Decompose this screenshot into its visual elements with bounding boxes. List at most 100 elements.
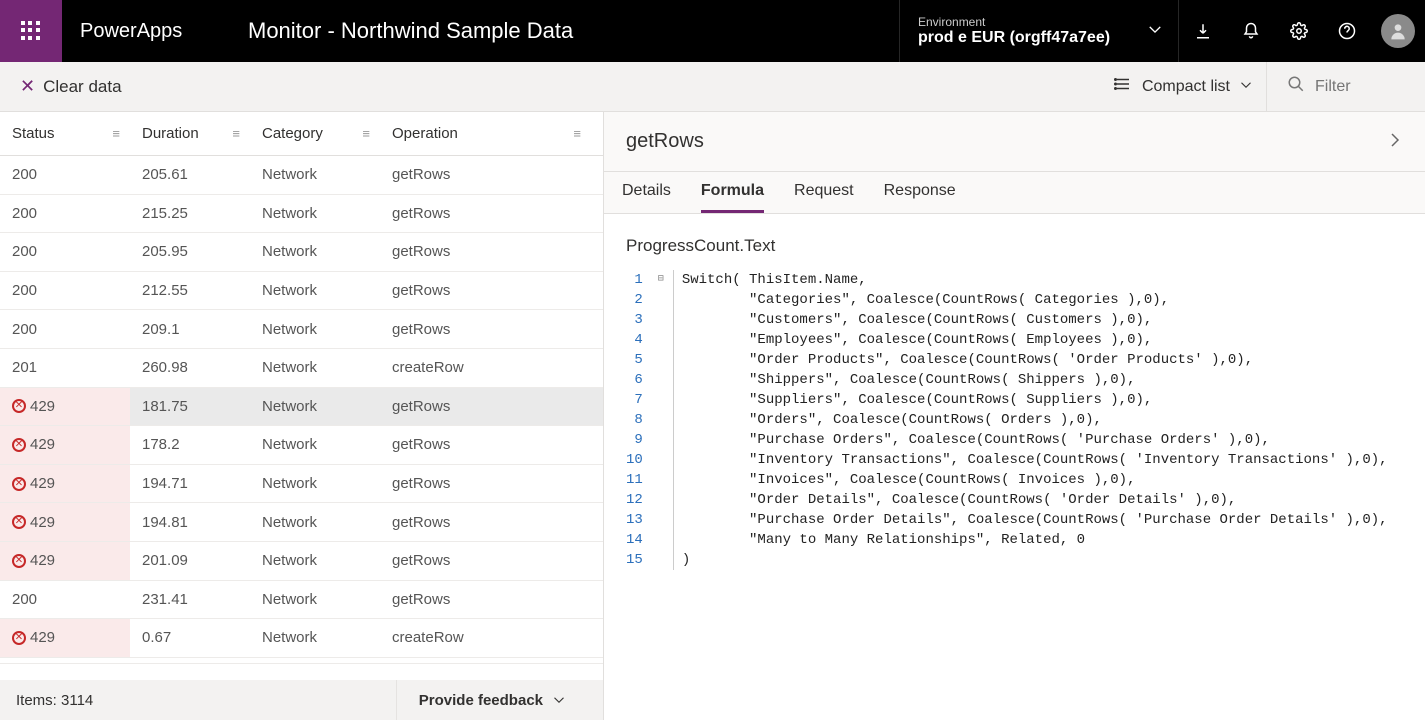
- table-row[interactable]: 200231.41NetworkgetRows: [0, 581, 603, 620]
- table-row[interactable]: 200215.25NetworkgetRows: [0, 195, 603, 234]
- detail-header: getRows: [604, 112, 1425, 172]
- cell-status: 429: [0, 503, 130, 541]
- cell-category: Network: [250, 514, 380, 531]
- help-button[interactable]: [1323, 0, 1371, 62]
- cell-status-text: 201: [12, 359, 37, 376]
- table-footer: Items: 3114 Provide feedback: [0, 680, 603, 720]
- chevron-down-icon: [1148, 23, 1162, 40]
- column-resize-icon[interactable]: [232, 126, 238, 141]
- column-header-label: Category: [262, 125, 323, 142]
- cell-duration: 181.75: [130, 398, 250, 415]
- table-row[interactable]: 4290.67NetworkcreateRow: [0, 619, 603, 658]
- tab-request[interactable]: Request: [794, 172, 854, 213]
- items-count-label: Items: 3114: [16, 692, 93, 709]
- cell-duration: 178.2: [130, 436, 250, 453]
- column-header-status[interactable]: Status: [0, 125, 130, 142]
- environment-label: Environment: [918, 15, 1128, 29]
- horizontal-scrollbar[interactable]: [0, 663, 603, 680]
- cell-status-text: 429: [30, 629, 55, 646]
- cell-operation: createRow: [380, 629, 603, 646]
- column-header-label: Status: [12, 125, 55, 142]
- cell-category: Network: [250, 243, 380, 260]
- cell-status: 200: [0, 156, 130, 194]
- error-icon: [12, 438, 26, 452]
- provide-feedback-label: Provide feedback: [419, 692, 543, 709]
- cell-duration: 212.55: [130, 282, 250, 299]
- error-icon: [12, 399, 26, 413]
- app-launcher-button[interactable]: [0, 0, 62, 62]
- cell-duration: 231.41: [130, 591, 250, 608]
- table-row[interactable]: 429178.2NetworkgetRows: [0, 426, 603, 465]
- column-header-duration[interactable]: Duration: [130, 125, 250, 142]
- cell-operation: createRow: [380, 359, 603, 376]
- compact-list-button[interactable]: Compact list: [1100, 62, 1267, 111]
- table-row[interactable]: 429194.81NetworkgetRows: [0, 503, 603, 542]
- table-row[interactable]: 429194.71NetworkgetRows: [0, 465, 603, 504]
- cell-status-text: 200: [12, 282, 37, 299]
- cell-category: Network: [250, 359, 380, 376]
- fold-gutter: ⊟: [653, 270, 669, 570]
- cell-category: Network: [250, 398, 380, 415]
- table-row[interactable]: 200209.1NetworkgetRows: [0, 310, 603, 349]
- table-row[interactable]: 200205.95NetworkgetRows: [0, 233, 603, 272]
- clear-data-button[interactable]: ✕ Clear data: [20, 76, 122, 97]
- notifications-button[interactable]: [1227, 0, 1275, 62]
- cell-status: 200: [0, 581, 130, 619]
- line-number-gutter: 123456789101112131415: [626, 270, 653, 570]
- cell-category: Network: [250, 475, 380, 492]
- table-body[interactable]: 200205.61NetworkgetRows200215.25Networkg…: [0, 156, 603, 663]
- cell-status: 429: [0, 619, 130, 657]
- column-resize-icon[interactable]: [362, 126, 368, 141]
- cell-duration: 194.81: [130, 514, 250, 531]
- environment-picker[interactable]: Environment prod e EUR (orgff47a7ee): [899, 0, 1179, 62]
- top-bar: PowerApps Monitor - Northwind Sample Dat…: [0, 0, 1425, 62]
- download-button[interactable]: [1179, 0, 1227, 62]
- cell-status-text: 200: [12, 321, 37, 338]
- cell-duration: 205.95: [130, 243, 250, 260]
- table-row[interactable]: 201260.98NetworkcreateRow: [0, 349, 603, 388]
- code-editor[interactable]: 123456789101112131415 ⊟ Switch( ThisItem…: [626, 270, 1403, 570]
- settings-button[interactable]: [1275, 0, 1323, 62]
- error-icon: [12, 477, 26, 491]
- cell-category: Network: [250, 552, 380, 569]
- cell-operation: getRows: [380, 321, 603, 338]
- column-header-operation[interactable]: Operation: [380, 125, 591, 142]
- tab-response[interactable]: Response: [884, 172, 956, 213]
- detail-tabs: Details Formula Request Response: [604, 172, 1425, 214]
- column-header-label: Duration: [142, 125, 199, 142]
- cell-category: Network: [250, 436, 380, 453]
- page-title: Monitor - Northwind Sample Data: [227, 0, 593, 62]
- tab-details[interactable]: Details: [622, 172, 671, 213]
- events-table-pane: Status Duration Category Operation 20020…: [0, 112, 604, 720]
- column-resize-icon[interactable]: [573, 126, 579, 141]
- error-icon: [12, 515, 26, 529]
- filter-input-wrapper[interactable]: [1277, 75, 1405, 98]
- tab-formula[interactable]: Formula: [701, 172, 764, 213]
- column-resize-icon[interactable]: [112, 126, 118, 141]
- user-avatar[interactable]: [1381, 14, 1415, 48]
- collapse-detail-button[interactable]: [1387, 132, 1403, 151]
- cell-category: Network: [250, 591, 380, 608]
- cell-operation: getRows: [380, 398, 603, 415]
- cell-status: 429: [0, 388, 130, 426]
- code-content[interactable]: Switch( ThisItem.Name, "Categories", Coa…: [682, 270, 1388, 570]
- cell-duration: 194.71: [130, 475, 250, 492]
- cell-status-text: 200: [12, 591, 37, 608]
- cell-category: Network: [250, 205, 380, 222]
- column-header-category[interactable]: Category: [250, 125, 380, 142]
- cell-status: 200: [0, 272, 130, 310]
- cell-status: 429: [0, 426, 130, 464]
- cell-status: 200: [0, 310, 130, 348]
- filter-input[interactable]: [1315, 78, 1395, 96]
- detail-title: getRows: [626, 130, 704, 153]
- provide-feedback-button[interactable]: Provide feedback: [396, 680, 587, 720]
- table-row[interactable]: 200205.61NetworkgetRows: [0, 156, 603, 195]
- cell-operation: getRows: [380, 514, 603, 531]
- table-row[interactable]: 200212.55NetworkgetRows: [0, 272, 603, 311]
- cell-status: 200: [0, 195, 130, 233]
- table-row[interactable]: 429201.09NetworkgetRows: [0, 542, 603, 581]
- cell-duration: 201.09: [130, 552, 250, 569]
- cell-operation: getRows: [380, 475, 603, 492]
- table-row[interactable]: 429181.75NetworkgetRows: [0, 388, 603, 427]
- detail-pane: getRows Details Formula Request Response…: [604, 112, 1425, 720]
